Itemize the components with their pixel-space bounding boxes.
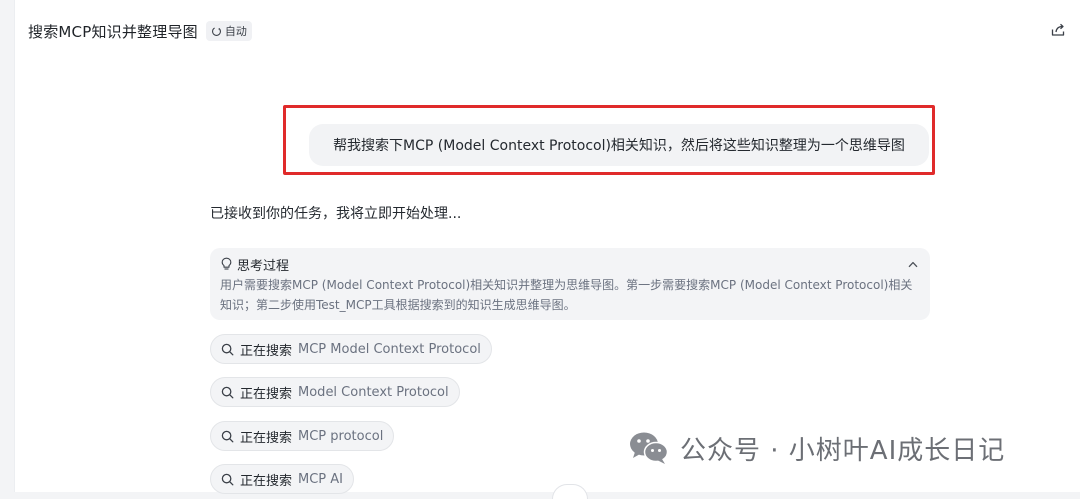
search-icon xyxy=(221,386,234,398)
thinking-process-card: 思考过程 用户需要搜索MCP (Model Context Protocol)相… xyxy=(210,248,930,320)
search-icon xyxy=(221,430,234,442)
chevron-up-icon xyxy=(908,261,918,267)
thinking-content: 用户需要搜索MCP (Model Context Protocol)相关知识并整… xyxy=(220,278,913,312)
lightbulb-icon xyxy=(221,257,232,270)
share-icon xyxy=(1051,23,1065,36)
search-icon xyxy=(221,473,234,485)
search-step-chip[interactable]: 正在搜索 MCP Model Context Protocol xyxy=(210,334,492,364)
user-message-bubble: 帮我搜索下MCP (Model Context Protocol)相关知识，然后… xyxy=(309,124,929,166)
search-step-chip[interactable]: 正在搜索 MCP protocol xyxy=(210,421,395,451)
search-query-text: Model Context Protocol xyxy=(298,384,449,400)
mode-badge-label: 自动 xyxy=(224,25,247,38)
search-status-label: 正在搜索 xyxy=(240,430,293,446)
watermark-text: 公众号 · 小树叶AI成长日记 xyxy=(680,435,1006,466)
search-icon xyxy=(221,343,234,355)
share-button[interactable] xyxy=(1048,20,1068,40)
search-step-chip[interactable]: 正在搜索 MCP AI xyxy=(210,464,355,494)
watermark: 公众号 · 小树叶AI成长日记 xyxy=(628,428,1005,468)
thinking-title: 思考过程 xyxy=(237,258,290,274)
mode-badge[interactable]: 自动 xyxy=(205,21,252,41)
search-query-text: MCP Model Context Protocol xyxy=(298,341,481,357)
auto-mode-icon xyxy=(211,26,221,36)
collapse-thinking-button[interactable] xyxy=(906,257,920,271)
search-status-label: 正在搜索 xyxy=(240,473,293,489)
search-step-chip[interactable]: 正在搜索 Model Context Protocol xyxy=(210,377,460,407)
conversation-header: 搜索MCP知识并整理导图 自动 xyxy=(28,18,252,44)
thinking-header[interactable]: 思考过程 xyxy=(220,254,920,274)
search-query-text: MCP protocol xyxy=(298,428,384,444)
conversation-title: 搜索MCP知识并整理导图 xyxy=(28,22,198,41)
wechat-logo-icon xyxy=(630,432,669,464)
search-query-text: MCP AI xyxy=(298,471,344,487)
search-status-label: 正在搜索 xyxy=(240,343,293,359)
chat-panel xyxy=(14,0,1080,492)
search-status-label: 正在搜索 xyxy=(240,386,293,402)
assistant-ack-text: 已接收到你的任务，我将立即开始处理... xyxy=(210,206,462,222)
